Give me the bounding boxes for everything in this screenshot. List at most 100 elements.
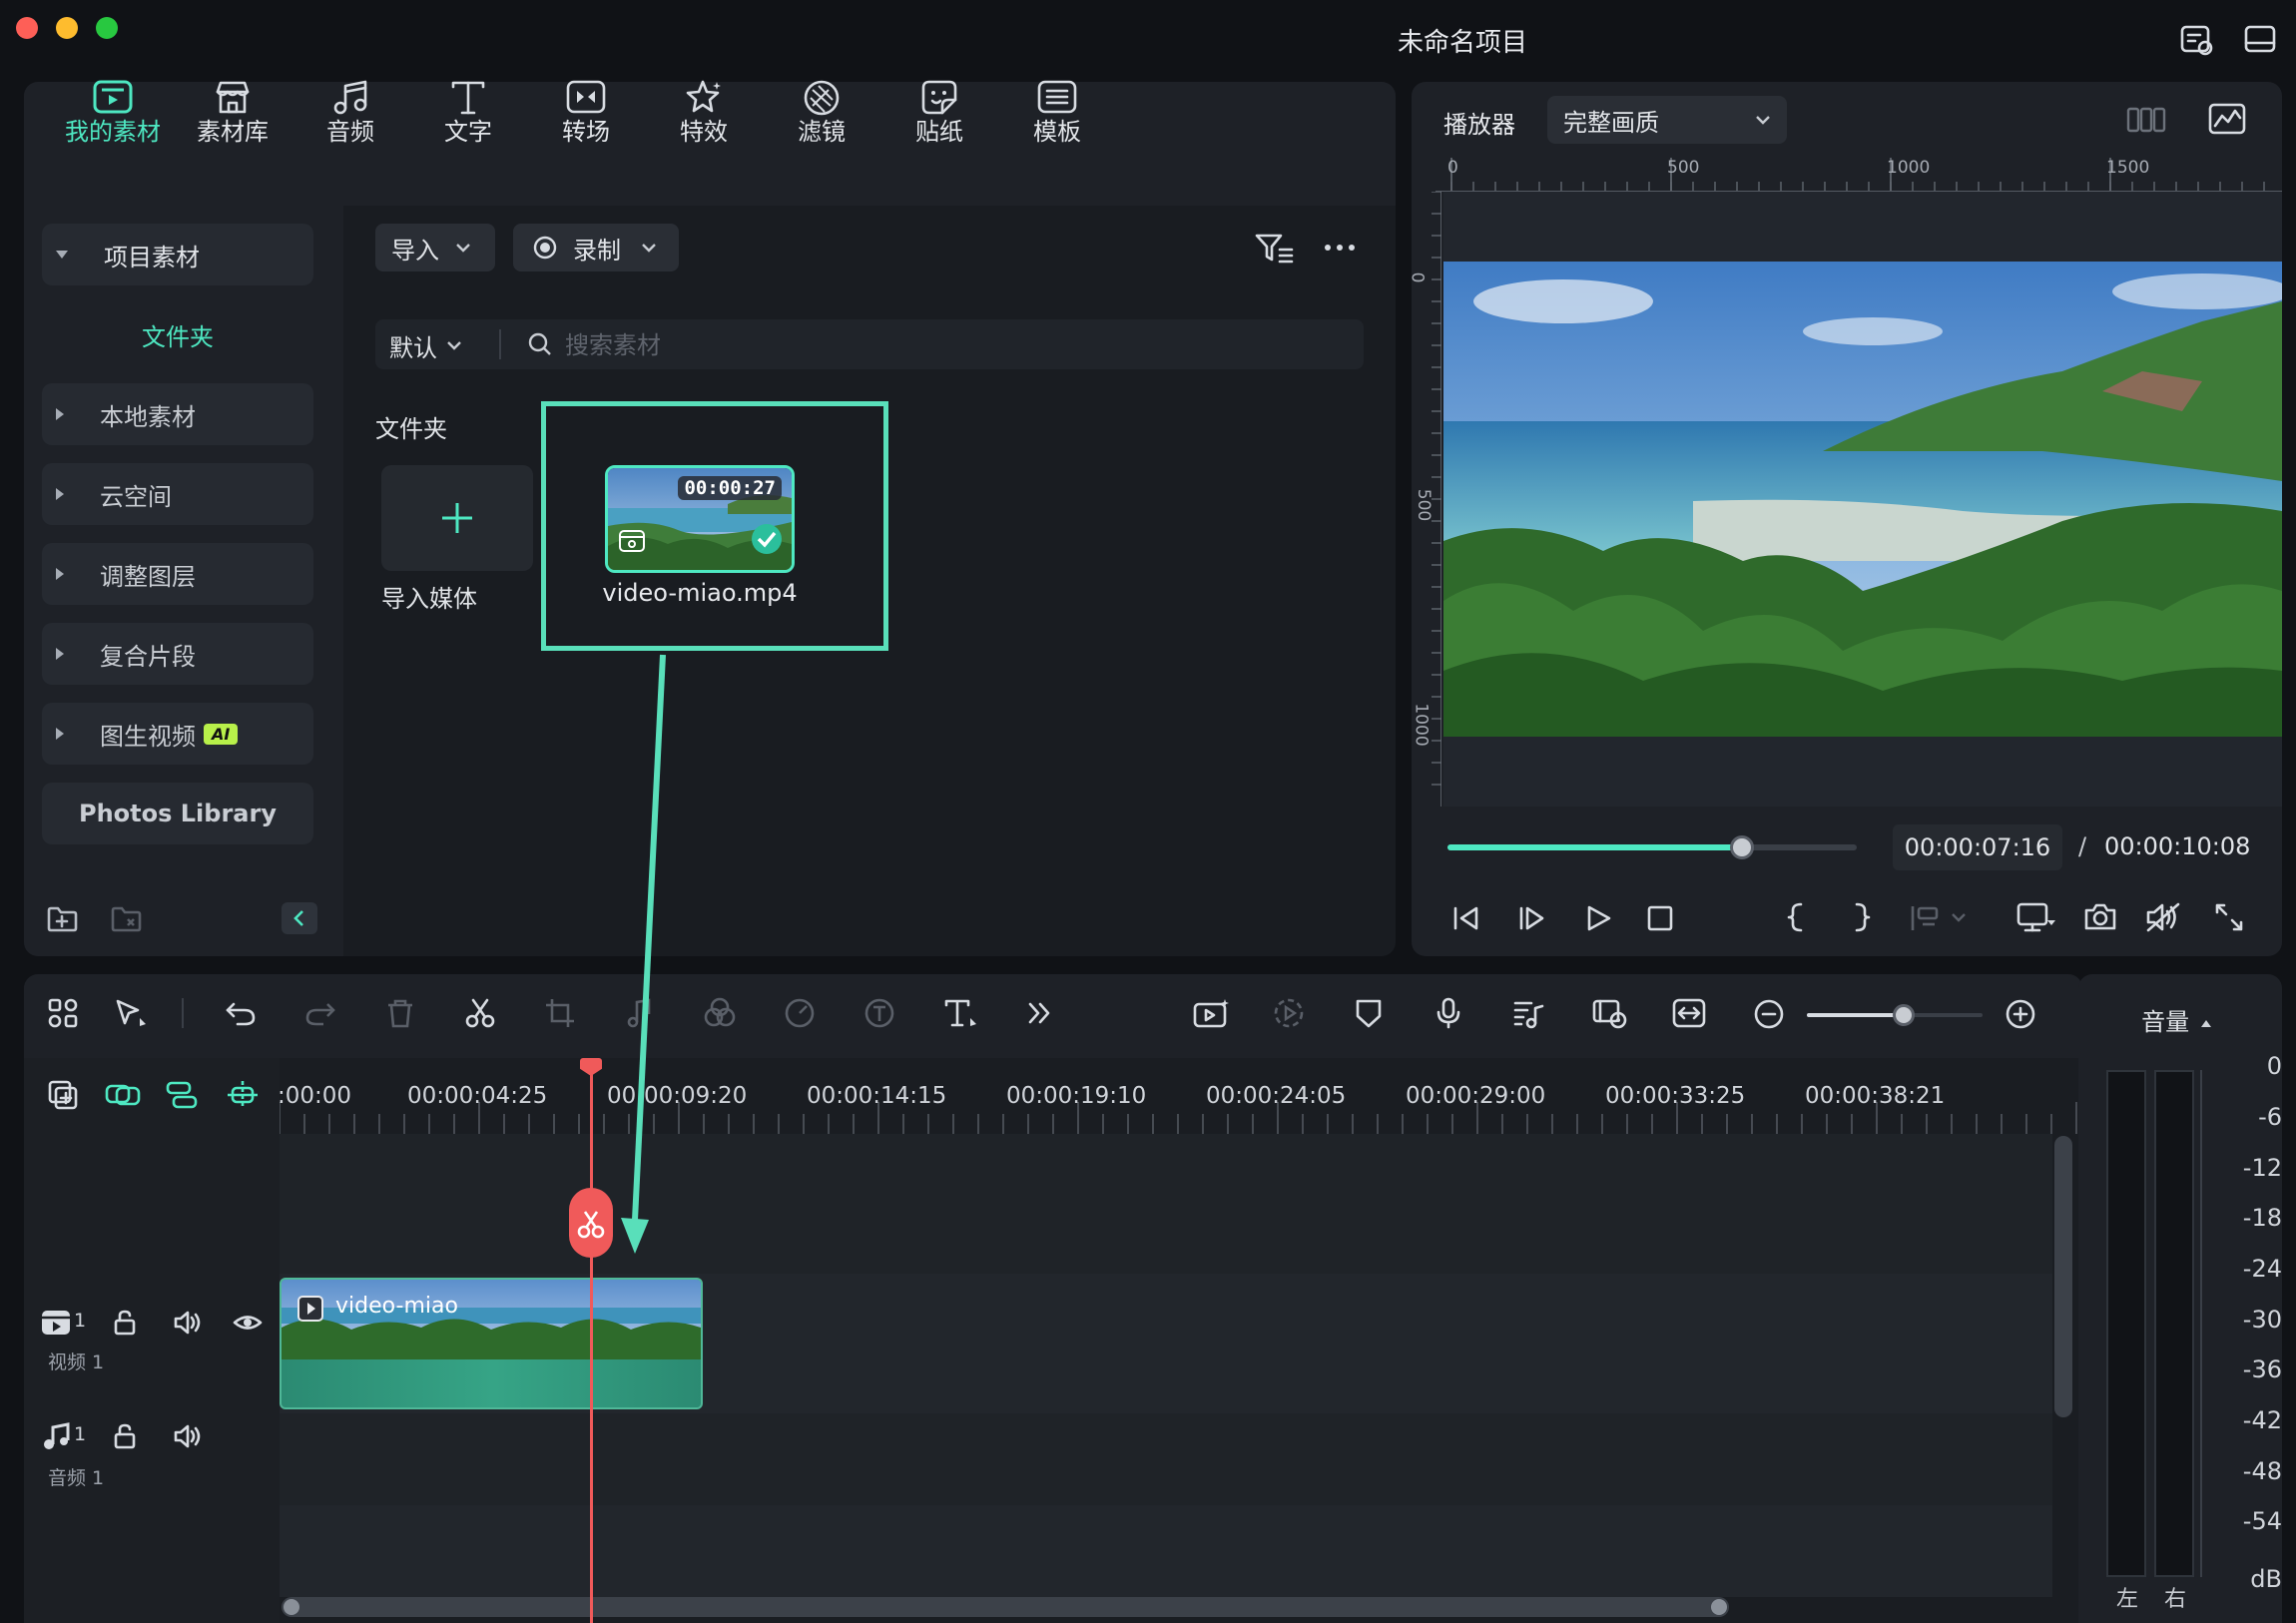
new-folder-icon[interactable]	[46, 904, 80, 934]
audio-track-volume-icon[interactable]	[172, 1421, 204, 1451]
stop-icon[interactable]	[1643, 902, 1677, 934]
video-track-volume-icon[interactable]	[172, 1308, 204, 1338]
sidebar-item-compound-clip[interactable]: 复合片段	[42, 623, 313, 685]
timeline-video-clip[interactable]: video-miao	[280, 1278, 703, 1409]
sidebar-item-folder[interactable]: 文件夹	[42, 317, 313, 352]
grid-view-icon[interactable]	[2126, 104, 2168, 136]
ruler-label: 500	[1667, 158, 1700, 178]
split-scissors-icon[interactable]	[463, 996, 497, 1030]
sidebar-item-local-media[interactable]: 本地素材	[42, 383, 313, 445]
zoom-slider-handle[interactable]	[1892, 1004, 1915, 1026]
sidebar-item-image-to-video[interactable]: 图生视频 AI	[42, 703, 313, 765]
add-text-icon[interactable]	[942, 996, 980, 1030]
drag-arrow	[621, 654, 666, 1254]
video-track-visibility-icon[interactable]	[232, 1308, 264, 1338]
record-dropdown[interactable]: 录制	[513, 224, 679, 271]
filter-list-icon[interactable]	[1254, 232, 1296, 266]
next-frame-icon[interactable]	[1515, 902, 1549, 934]
filter-icon	[804, 80, 840, 116]
waveform-monitor-icon[interactable]	[2208, 102, 2248, 136]
clip-settings-icon[interactable]	[1591, 996, 1629, 1030]
audio-track-label: 音频 1	[48, 1467, 105, 1489]
select-tool-icon[interactable]	[112, 996, 152, 1030]
vertical-scrollbar[interactable]	[2054, 1136, 2072, 1417]
zoom-out-icon[interactable]	[1753, 998, 1785, 1030]
scrollbar-handle-right[interactable]	[1711, 1599, 1727, 1615]
toolbar-divider	[182, 998, 184, 1028]
audio-mix-icon[interactable]	[1511, 996, 1545, 1030]
tab-transitions[interactable]: 转场	[531, 80, 641, 147]
sidebar-item-photos-library[interactable]: Photos Library	[42, 783, 313, 844]
undo-icon[interactable]	[224, 996, 258, 1030]
import-dropdown[interactable]: 导入	[375, 224, 495, 271]
close-window-button[interactable]	[16, 17, 38, 39]
horizontal-scrollbar[interactable]	[282, 1597, 1729, 1617]
layout-toggle-icon[interactable]	[2244, 24, 2276, 54]
db-label: -42	[2242, 1406, 2282, 1434]
marker-shield-icon[interactable]	[1352, 996, 1386, 1030]
tab-stock-library[interactable]: 素材库	[178, 81, 287, 147]
tab-templates[interactable]: 模板	[1002, 80, 1112, 147]
audio-mute-icon[interactable]	[2144, 900, 2184, 934]
expand-right-icon	[56, 728, 64, 740]
timecode-label: 00:00:14:15	[807, 1083, 947, 1109]
ai-camera-icon[interactable]	[1192, 996, 1232, 1030]
playback-progress-handle[interactable]	[1730, 835, 1755, 859]
redo-icon	[303, 996, 337, 1030]
tab-effects[interactable]: 特效	[649, 80, 759, 147]
playback-progress-track[interactable]	[1447, 844, 1857, 850]
link-clips-icon[interactable]	[104, 1078, 142, 1112]
fit-timeline-icon[interactable]	[1671, 996, 1707, 1030]
add-track-icon[interactable]	[46, 1078, 80, 1112]
task-list-icon[interactable]	[2180, 24, 2214, 56]
meter-bar-left	[2106, 1070, 2146, 1577]
tab-stickers[interactable]: 贴纸	[884, 80, 994, 147]
db-label: -18	[2242, 1204, 2282, 1232]
snap-magnet-icon[interactable]	[224, 1078, 262, 1112]
tab-text[interactable]: 文字	[413, 81, 523, 147]
display-settings-icon[interactable]	[2014, 900, 2058, 934]
timecode-label: 00:00:19:10	[1006, 1083, 1147, 1109]
window-titlebar: 未命名项目	[0, 0, 2296, 78]
search-input[interactable]	[565, 327, 1324, 363]
sidebar-item-cloud-space[interactable]: 云空间	[42, 463, 313, 525]
voiceover-mic-icon[interactable]	[1432, 996, 1465, 1030]
ripple-edit-icon[interactable]	[164, 1078, 202, 1112]
zoom-in-icon[interactable]	[2005, 998, 2036, 1030]
crop-icon	[543, 996, 577, 1030]
ruler-label: 1000	[1411, 703, 1432, 747]
chevron-down-icon	[1756, 116, 1770, 125]
db-label: -48	[2242, 1457, 2282, 1485]
tab-audio[interactable]: 音频	[295, 80, 405, 147]
sidebar-item-project-media[interactable]: 项目素材	[42, 224, 313, 285]
previous-frame-icon[interactable]	[1449, 902, 1483, 934]
zoom-window-button[interactable]	[96, 17, 118, 39]
fullscreen-icon[interactable]	[2212, 900, 2246, 934]
play-icon[interactable]	[1581, 902, 1615, 934]
mark-in-icon[interactable]	[1781, 900, 1811, 934]
more-tools-icon[interactable]	[1022, 996, 1056, 1030]
timecode-label: 00:00:04:25	[407, 1083, 548, 1109]
scrollbar-handle-left[interactable]	[284, 1599, 299, 1615]
tab-filters[interactable]: 滤镜	[767, 80, 876, 147]
tab-my-media[interactable]: 我的素材	[58, 80, 168, 147]
current-time-display[interactable]: 00:00:07:16	[1893, 824, 2062, 870]
video-track-lock-icon[interactable]	[110, 1308, 140, 1338]
timecode-label: 00:00:24:05	[1206, 1083, 1347, 1109]
more-options-icon[interactable]	[1322, 236, 1358, 260]
snapshot-camera-icon[interactable]	[2082, 900, 2118, 934]
import-media-button[interactable]	[381, 465, 533, 571]
sort-dropdown[interactable]: 默认	[389, 329, 463, 362]
mark-out-icon[interactable]	[1847, 900, 1877, 934]
playhead-line[interactable]	[590, 1064, 593, 1623]
audio-track-lock-icon[interactable]	[110, 1421, 140, 1451]
collapse-sidebar-button[interactable]	[282, 902, 317, 934]
delete-folder-icon	[110, 904, 144, 934]
video-track-number: 1	[74, 1310, 87, 1332]
video-preview[interactable]	[1443, 192, 2282, 807]
quality-dropdown[interactable]: 完整画质	[1547, 96, 1787, 144]
sidebar-item-adjustment-layer[interactable]: 调整图层	[42, 543, 313, 605]
minimize-window-button[interactable]	[56, 17, 78, 39]
volume-title[interactable]: 音量	[2096, 1002, 2256, 1037]
layout-grid-icon[interactable]	[46, 996, 80, 1030]
